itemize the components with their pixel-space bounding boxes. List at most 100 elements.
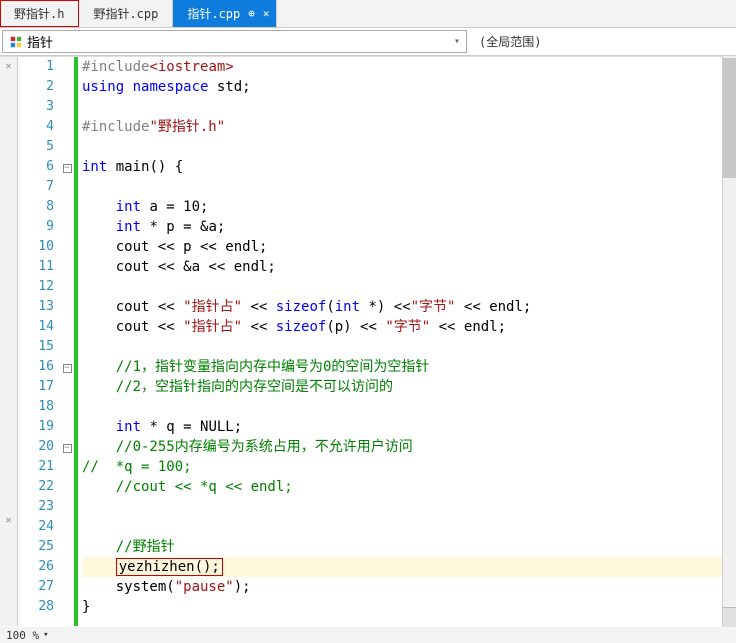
vertical-scrollbar[interactable] xyxy=(722,56,736,627)
line-number: 11 xyxy=(18,257,54,277)
code-line[interactable]: int * q = NULL; xyxy=(82,417,736,437)
line-number: 10 xyxy=(18,237,54,257)
fold-cell xyxy=(60,537,74,557)
fold-cell xyxy=(60,377,74,397)
line-number: 26 xyxy=(18,557,54,577)
fold-cell[interactable]: − xyxy=(60,357,74,377)
code-line[interactable]: int a = 10; xyxy=(82,197,736,217)
line-number: 6 xyxy=(18,157,54,177)
code-line[interactable] xyxy=(82,137,736,157)
code-line[interactable]: //2，空指针指向的内存空间是不可以访问的 xyxy=(82,377,736,397)
code-line[interactable]: #include"野指针.h" xyxy=(82,117,736,137)
fold-cell xyxy=(60,557,74,577)
code-line[interactable]: // *q = 100; xyxy=(82,457,736,477)
line-number: 5 xyxy=(18,137,54,157)
line-number: 4 xyxy=(18,117,54,137)
code-line[interactable]: cout << p << endl; xyxy=(82,237,736,257)
scrollbar-down-button[interactable] xyxy=(723,607,736,627)
fold-cell[interactable]: − xyxy=(60,157,74,177)
scope-class-label: 指针 xyxy=(27,32,53,51)
code-line[interactable]: } xyxy=(82,597,736,617)
pin-icon[interactable]: ⊕ xyxy=(248,7,255,20)
line-number: 21 xyxy=(18,457,54,477)
line-number: 18 xyxy=(18,397,54,417)
fold-cell xyxy=(60,297,74,317)
code-line[interactable] xyxy=(82,497,736,517)
code-line[interactable]: cout << "指针占" << sizeof(int *) <<"字节" <<… xyxy=(82,297,736,317)
scope-scope-label: (全局范围) xyxy=(479,33,541,50)
tab-label: 野指针.cpp xyxy=(93,5,158,22)
tab-1[interactable]: 野指针.cpp xyxy=(79,0,173,27)
collapse-icon[interactable]: ✕ xyxy=(0,515,17,526)
code-line[interactable] xyxy=(82,517,736,537)
fold-cell xyxy=(60,97,74,117)
scope-scope-dropdown[interactable]: (全局范围) xyxy=(469,28,551,55)
code-line[interactable]: cout << &a << endl; xyxy=(82,257,736,277)
close-icon[interactable]: ✕ xyxy=(263,7,270,20)
tab-label: 指针.cpp xyxy=(187,5,240,22)
line-number: 19 xyxy=(18,417,54,437)
line-number: 27 xyxy=(18,577,54,597)
line-number: 23 xyxy=(18,497,54,517)
fold-cell xyxy=(60,277,74,297)
fold-cell xyxy=(60,217,74,237)
code-line[interactable]: system("pause"); xyxy=(82,577,736,597)
code-line[interactable]: //1，指针变量指向内存中编号为0的空间为空指针 xyxy=(82,357,736,377)
fold-toggle-icon[interactable]: − xyxy=(63,444,72,453)
collapse-icon[interactable]: ✕ xyxy=(0,61,17,72)
tab-0[interactable]: 野指针.h xyxy=(0,0,79,27)
editor: ✕ ✕ 123456789101112131415161718192021222… xyxy=(0,56,736,626)
code-line[interactable]: //cout << *q << endl; xyxy=(82,477,736,497)
scrollbar-thumb[interactable] xyxy=(723,58,736,178)
code-line[interactable] xyxy=(82,277,736,297)
zoom-level[interactable]: 100 % xyxy=(6,629,39,642)
chevron-down-icon[interactable]: ▾ xyxy=(43,630,48,640)
fold-cell[interactable]: − xyxy=(60,437,74,457)
line-number: 7 xyxy=(18,177,54,197)
line-number: 24 xyxy=(18,517,54,537)
fold-cell xyxy=(60,577,74,597)
fold-cell xyxy=(60,117,74,137)
line-number-gutter: 1234567891011121314151617181920212223242… xyxy=(18,57,60,626)
fold-cell xyxy=(60,477,74,497)
code-line[interactable] xyxy=(82,97,736,117)
outline-margin: ✕ ✕ xyxy=(0,57,18,626)
code-line[interactable]: #include<iostream> xyxy=(82,57,736,77)
line-number: 12 xyxy=(18,277,54,297)
tab-label: 野指针.h xyxy=(14,5,64,22)
line-number: 8 xyxy=(18,197,54,217)
code-line[interactable]: //0-255内存编号为系统占用，不允许用户访问 xyxy=(82,437,736,457)
fold-cell xyxy=(60,337,74,357)
fold-cell xyxy=(60,57,74,77)
fold-cell xyxy=(60,197,74,217)
code-area[interactable]: #include<iostream>using namespace std; #i… xyxy=(78,57,736,626)
fold-cell xyxy=(60,457,74,477)
fold-toggle-icon[interactable]: − xyxy=(63,164,72,173)
code-line[interactable]: int * p = &a; xyxy=(82,217,736,237)
code-line[interactable] xyxy=(82,337,736,357)
fold-cell xyxy=(60,177,74,197)
code-line[interactable]: cout << "指针占" << sizeof(p) << "字节" << en… xyxy=(82,317,736,337)
line-number: 3 xyxy=(18,97,54,117)
fold-cell xyxy=(60,77,74,97)
chevron-down-icon: ▾ xyxy=(454,36,460,47)
code-line[interactable]: //野指针 xyxy=(82,537,736,557)
scope-class-dropdown[interactable]: 指针 ▾ xyxy=(2,30,467,53)
fold-cell xyxy=(60,237,74,257)
code-line[interactable]: yezhizhen(); xyxy=(82,557,736,577)
line-number: 16 xyxy=(18,357,54,377)
tab-2[interactable]: 指针.cpp ⊕ ✕ xyxy=(173,0,276,27)
line-number: 25 xyxy=(18,537,54,557)
line-number: 14 xyxy=(18,317,54,337)
status-bar: 100 % ▾ xyxy=(0,627,736,643)
code-line[interactable]: int main() { xyxy=(82,157,736,177)
code-line[interactable] xyxy=(82,397,736,417)
code-line[interactable]: using namespace std; xyxy=(82,77,736,97)
line-number: 20 xyxy=(18,437,54,457)
code-line[interactable] xyxy=(82,177,736,197)
fold-toggle-icon[interactable]: − xyxy=(63,364,72,373)
line-number: 1 xyxy=(18,57,54,77)
fold-cell xyxy=(60,257,74,277)
line-number: 2 xyxy=(18,77,54,97)
fold-cell xyxy=(60,137,74,157)
